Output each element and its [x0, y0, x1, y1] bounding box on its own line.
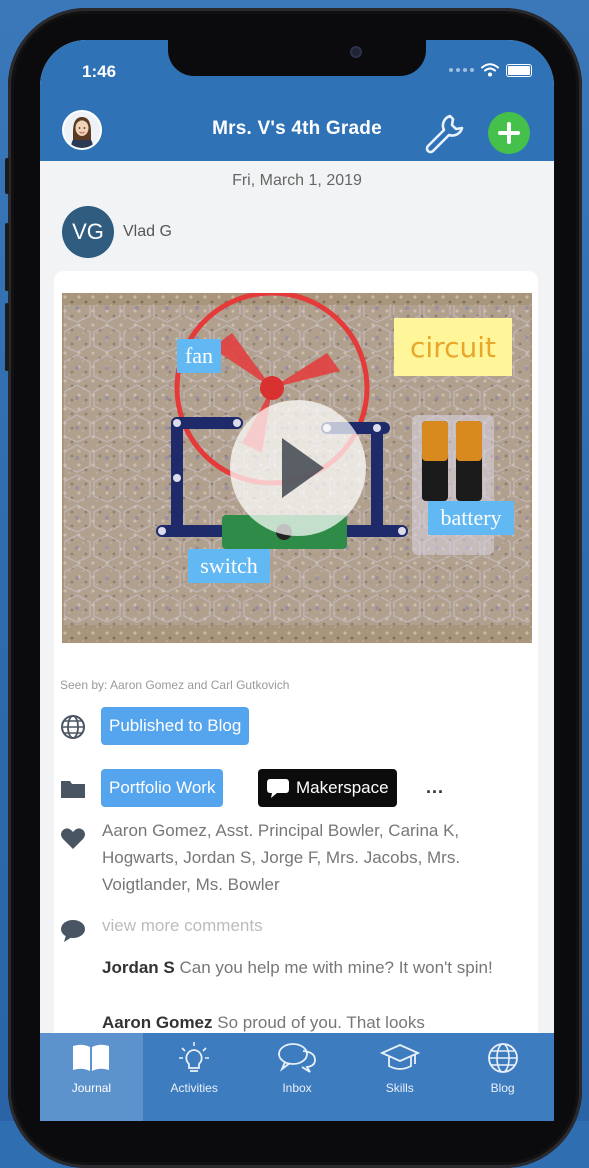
class-title[interactable]: Mrs. V's 4th Grade	[40, 118, 554, 140]
wrench-icon[interactable]	[420, 110, 466, 154]
graduation-cap-icon	[379, 1041, 420, 1075]
makerspace-chip[interactable]: Makerspace	[258, 769, 397, 807]
photo-label-battery: battery	[440, 505, 501, 530]
post-video-thumbnail[interactable]: fan circuit battery switch	[62, 293, 532, 643]
likes-list: Aaron Gomez, Asst. Principal Bowler, Car…	[102, 821, 461, 894]
front-camera	[350, 46, 362, 58]
lightbulb-icon	[174, 1041, 214, 1075]
tab-label: Activities	[170, 1081, 218, 1095]
tab-skills[interactable]: Skills	[348, 1033, 451, 1121]
signal-icon	[449, 68, 474, 72]
tab-label: Skills	[385, 1081, 414, 1095]
photo-label-switch: switch	[200, 553, 257, 578]
comment-author[interactable]: Aaron Gomez	[102, 1013, 213, 1032]
app-screen: 1:46 Mrs. V's 4th Grade Fri, March 1, 20…	[40, 40, 554, 1121]
more-folders-button[interactable]: ...	[426, 777, 444, 798]
published-to-blog-chip[interactable]: Published to Blog	[101, 707, 250, 745]
journal-feed[interactable]: Fri, March 1, 2019 VG Vlad G fan circuit…	[40, 161, 554, 1033]
portfolio-work-chip[interactable]: Portfolio Work	[101, 769, 224, 807]
heart-icon[interactable]	[60, 826, 86, 852]
comment-1: Jordan S Can you help me with mine? It w…	[102, 954, 532, 981]
status-time: 1:46	[82, 62, 117, 81]
tab-label: Inbox	[282, 1081, 312, 1095]
author-name[interactable]: Vlad G	[123, 223, 172, 241]
comment-text: Can you help me with mine? It won't spin…	[179, 958, 493, 977]
tab-blog[interactable]: Blog	[451, 1033, 554, 1121]
comment-author[interactable]: Jordan S	[102, 958, 175, 977]
wifi-icon	[481, 63, 499, 77]
tab-inbox[interactable]: Inbox	[246, 1033, 349, 1121]
volume-up-button	[5, 223, 9, 291]
add-post-button[interactable]	[488, 112, 530, 154]
author-avatar[interactable]: VG	[62, 206, 114, 258]
battery-icon	[506, 63, 532, 77]
status-icons	[449, 62, 532, 78]
mute-switch	[5, 158, 9, 194]
tab-bar: Journal Activities Inbox Skills Blog	[40, 1033, 554, 1121]
comment-2: Aaron Gomez So proud of you. That looks	[102, 1009, 532, 1033]
post-card: fan circuit battery switch Seen by: Aaro…	[54, 271, 538, 1033]
journal-icon	[71, 1041, 111, 1075]
tab-activities[interactable]: Activities	[143, 1033, 246, 1121]
post-date: Fri, March 1, 2019	[232, 172, 362, 189]
notch	[168, 40, 426, 76]
play-icon[interactable]	[230, 400, 366, 536]
seen-by-text: Seen by: Aaron Gomez and Carl Gutkovich	[60, 678, 290, 692]
folder-icon	[61, 781, 85, 798]
tab-label: Blog	[490, 1081, 515, 1095]
comment-text: So proud of you. That looks	[217, 1013, 425, 1032]
makerspace-chip-label: Makerspace	[296, 778, 389, 797]
globe-icon	[483, 1041, 523, 1075]
plus-icon	[498, 122, 520, 144]
chat-bubble-icon	[267, 779, 289, 798]
tab-label: Journal	[71, 1081, 112, 1095]
volume-down-button	[5, 303, 9, 371]
view-more-comments-link[interactable]: view more comments	[102, 916, 263, 936]
photo-label-circuit: circuit	[410, 331, 496, 364]
chat-bubbles-icon	[277, 1041, 317, 1075]
comment-icon	[61, 920, 85, 942]
globe-icon	[61, 715, 85, 739]
tab-journal[interactable]: Journal	[40, 1033, 143, 1121]
photo-label-fan: fan	[185, 343, 213, 368]
